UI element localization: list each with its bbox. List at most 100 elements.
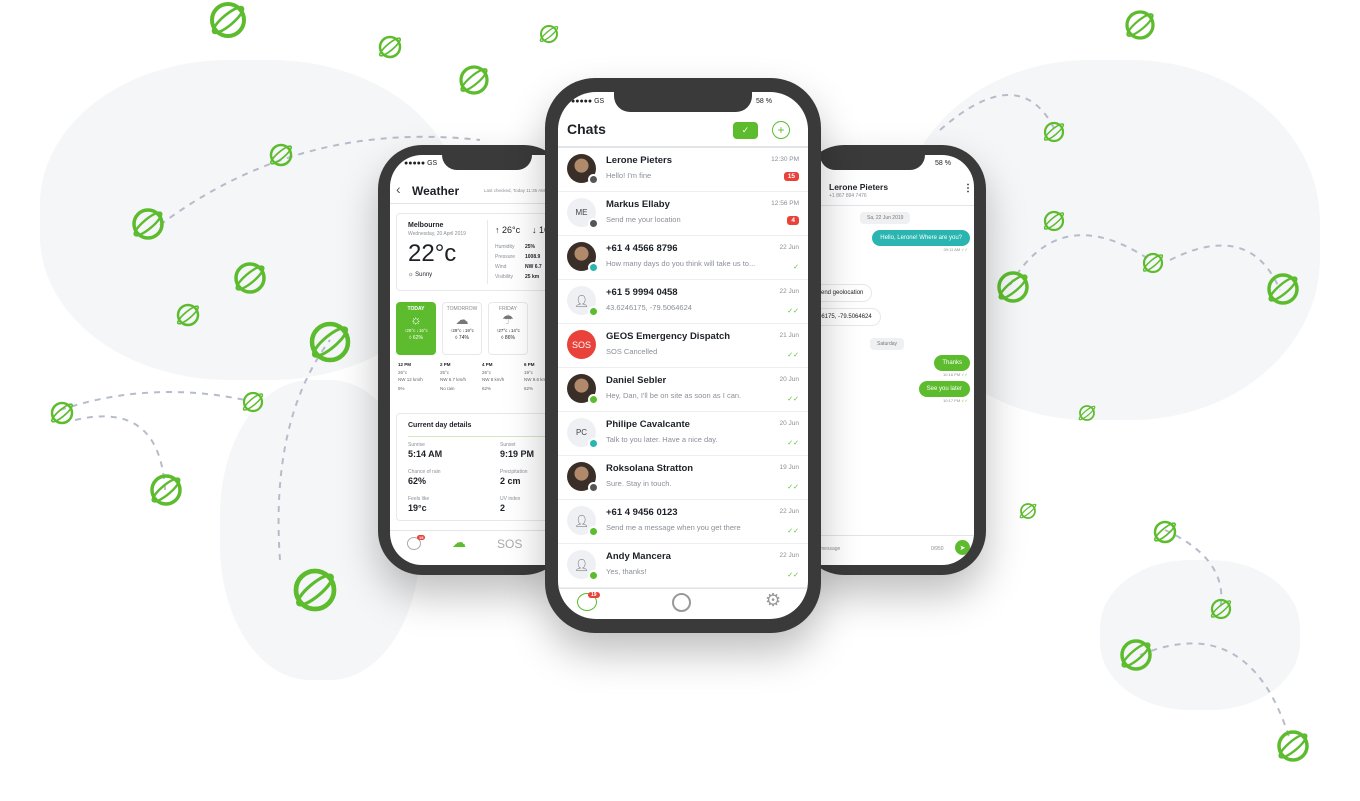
back-icon[interactable]: ‹ <box>396 181 401 197</box>
send-button[interactable]: ➤ <box>955 540 970 555</box>
status-dot <box>588 218 599 229</box>
chat-list-item[interactable]: Lerone Pieters Hello! I'm fine 12:30 PM 15 <box>558 148 808 192</box>
chat-time: 12:56 PM <box>771 200 799 207</box>
planet-icon <box>132 208 164 240</box>
stat-label: Wind <box>495 264 507 270</box>
day-forecast-card[interactable]: TOMORROW ☁ ↑29°c ↓19°c ◊ 74% <box>442 302 482 355</box>
carrier: ●●●●● GS <box>571 98 605 105</box>
details-title: Current day details <box>408 422 472 429</box>
hour-temp: 26°c <box>482 370 492 375</box>
chat-preview: How many days do you think will take us … <box>606 259 756 268</box>
hour-rain: 62% <box>482 386 492 391</box>
chat-list-item[interactable]: Daniel Sebler Hey, Dan, I'll be on site a… <box>558 368 808 412</box>
current-weather-card: Melbourne Wednesday, 20 April 2019 22°c … <box>396 213 560 291</box>
chat-name: Daniel Sebler <box>606 375 667 386</box>
message-time: 09:11 AM ✓✓ <box>943 247 968 252</box>
read-ticks: ✓✓ <box>787 440 799 447</box>
planet-icon <box>997 271 1029 303</box>
chat-time: 20 Jun <box>779 420 799 427</box>
chats-phone: ●●●●● GS 58 % Chats ✓ + Lerone Pieters He… <box>545 78 821 633</box>
new-chat-icon[interactable]: + <box>772 121 790 139</box>
hour: 2 PM <box>440 362 451 367</box>
gear-icon[interactable]: ⚙ <box>765 590 781 611</box>
planet-icon <box>1125 10 1155 40</box>
unread-badge: 4 <box>787 216 799 225</box>
read-ticks: ✓✓ <box>787 572 799 579</box>
chats-unread-badge: 19 <box>588 592 600 598</box>
status-dot <box>588 482 599 493</box>
read-ticks: ✓✓ <box>787 528 799 535</box>
chat-preview: Send me your location <box>606 215 681 224</box>
hour-temp: 25°c <box>440 370 450 375</box>
message-time: 10:16 PM ✓✓ <box>943 372 968 377</box>
status-dot <box>588 394 599 405</box>
chat-time: 22 Jun <box>779 508 799 515</box>
person-icon: 👤︎ <box>573 513 590 528</box>
check-icon[interactable]: ✓ <box>733 122 758 139</box>
chat-time: 21 Jun <box>779 332 799 339</box>
chat-name: Markus Ellaby <box>606 199 670 210</box>
planet-icon <box>1210 598 1232 620</box>
chat-time: 20 Jun <box>779 376 799 383</box>
chat-list-item[interactable]: Roksolana Stratton Sure. Stay in touch. 19… <box>558 456 808 500</box>
planet-icon <box>210 2 246 38</box>
date-chip: Sa, 22 Jun 2019 <box>860 212 911 224</box>
planet-icon <box>1019 503 1037 519</box>
notch <box>614 92 752 112</box>
stat-value: 1008.9 <box>525 254 541 260</box>
message-time: 10:17 PM ✓✓ <box>943 398 968 403</box>
message-bubble: send geolocation <box>815 284 873 302</box>
person-icon: 👤︎ <box>573 293 590 308</box>
status-dot <box>588 570 599 581</box>
chat-time: 19 Jun <box>779 464 799 471</box>
weather-tab-icon[interactable]: ☁ <box>452 534 466 551</box>
hour: 12 PM <box>398 362 412 367</box>
weather-screen: ●●●●● GS ‹ Weather Last checked, Today 1… <box>390 155 560 565</box>
geos-logo-icon[interactable] <box>672 593 691 612</box>
current-day-details-card: Current day details Sunrise 5:14 AM Sunset… <box>396 413 560 521</box>
chat-list-item[interactable]: +61 4 4566 8796 How many days do you thin… <box>558 236 808 280</box>
sos-tab[interactable]: SOS <box>497 537 522 551</box>
current-temp: 22°c <box>408 240 457 267</box>
status-dot <box>588 174 599 185</box>
chat-name: Roksolana Stratton <box>606 463 694 474</box>
page-title: Chats <box>567 121 606 137</box>
chat-list-item[interactable]: 👤︎ +61 5 9994 0458 43.6246175, -79.5064624… <box>558 280 808 324</box>
read-ticks: ✓✓ <box>787 484 799 491</box>
chat-time: 22 Jun <box>779 552 799 559</box>
condition: ☼ Sunny <box>408 272 433 278</box>
hour-wind: NW 6.7 km/h <box>440 377 467 382</box>
person-icon: 👤︎ <box>573 557 590 572</box>
hourly-forecast: 4 PM 26°c NW 8 km/h 62% <box>482 362 522 391</box>
day-forecast-card[interactable]: FRIDAY ☂ ↑27°c ↓14°c ◊ 86% <box>488 302 528 355</box>
chat-name: GEOS Emergency Dispatch <box>606 331 731 342</box>
read-ticks: ✓✓ <box>787 396 799 403</box>
planet-icon <box>1277 730 1309 762</box>
battery: 58 % <box>935 160 951 167</box>
status-dot <box>588 526 599 537</box>
cloud-icon: ☁ <box>455 312 469 327</box>
chat-name: Andy Mancera <box>606 551 671 562</box>
chat-preview: Yes, thanks! <box>606 567 647 576</box>
day-temps: ↑26°c ↓16°c <box>404 328 428 333</box>
chat-list-item[interactable]: ME Markus Ellaby Send me your location 12:5… <box>558 192 808 236</box>
chat-list-item[interactable]: 👤︎ Andy Mancera Yes, thanks! 22 Jun ✓✓ <box>558 544 808 588</box>
status-dot <box>588 306 599 317</box>
contact-phone: +1 867 894 7476 <box>829 193 867 199</box>
day-forecast-card[interactable]: TODAY ☼ ↑26°c ↓16°c ◊ 62% <box>396 302 436 355</box>
day-rain: ◊ 86% <box>501 335 515 341</box>
status-dot <box>588 262 599 273</box>
chat-list-item[interactable]: SOS GEOS Emergency Dispatch SOS Cancelled 2… <box>558 324 808 368</box>
detail-value: 2 <box>500 503 506 513</box>
detail-label: Sunrise <box>408 442 425 448</box>
chat-list-item[interactable]: 👤︎ +61 4 9456 0123 Send me a message when … <box>558 500 808 544</box>
high-temp: ↑ 26°c <box>495 225 521 235</box>
message-input[interactable]: message <box>820 546 840 552</box>
planet-icon <box>269 143 293 167</box>
stat-label: Humidity <box>495 244 515 250</box>
chat-list-item[interactable]: PC Philipe Cavalcante Talk to you later. H… <box>558 412 808 456</box>
detail-label: UV index <box>500 496 521 502</box>
planet-icon <box>176 303 200 327</box>
detail-label: Chance of rain <box>408 469 441 475</box>
more-menu-icon[interactable]: ⋮ <box>963 183 973 194</box>
